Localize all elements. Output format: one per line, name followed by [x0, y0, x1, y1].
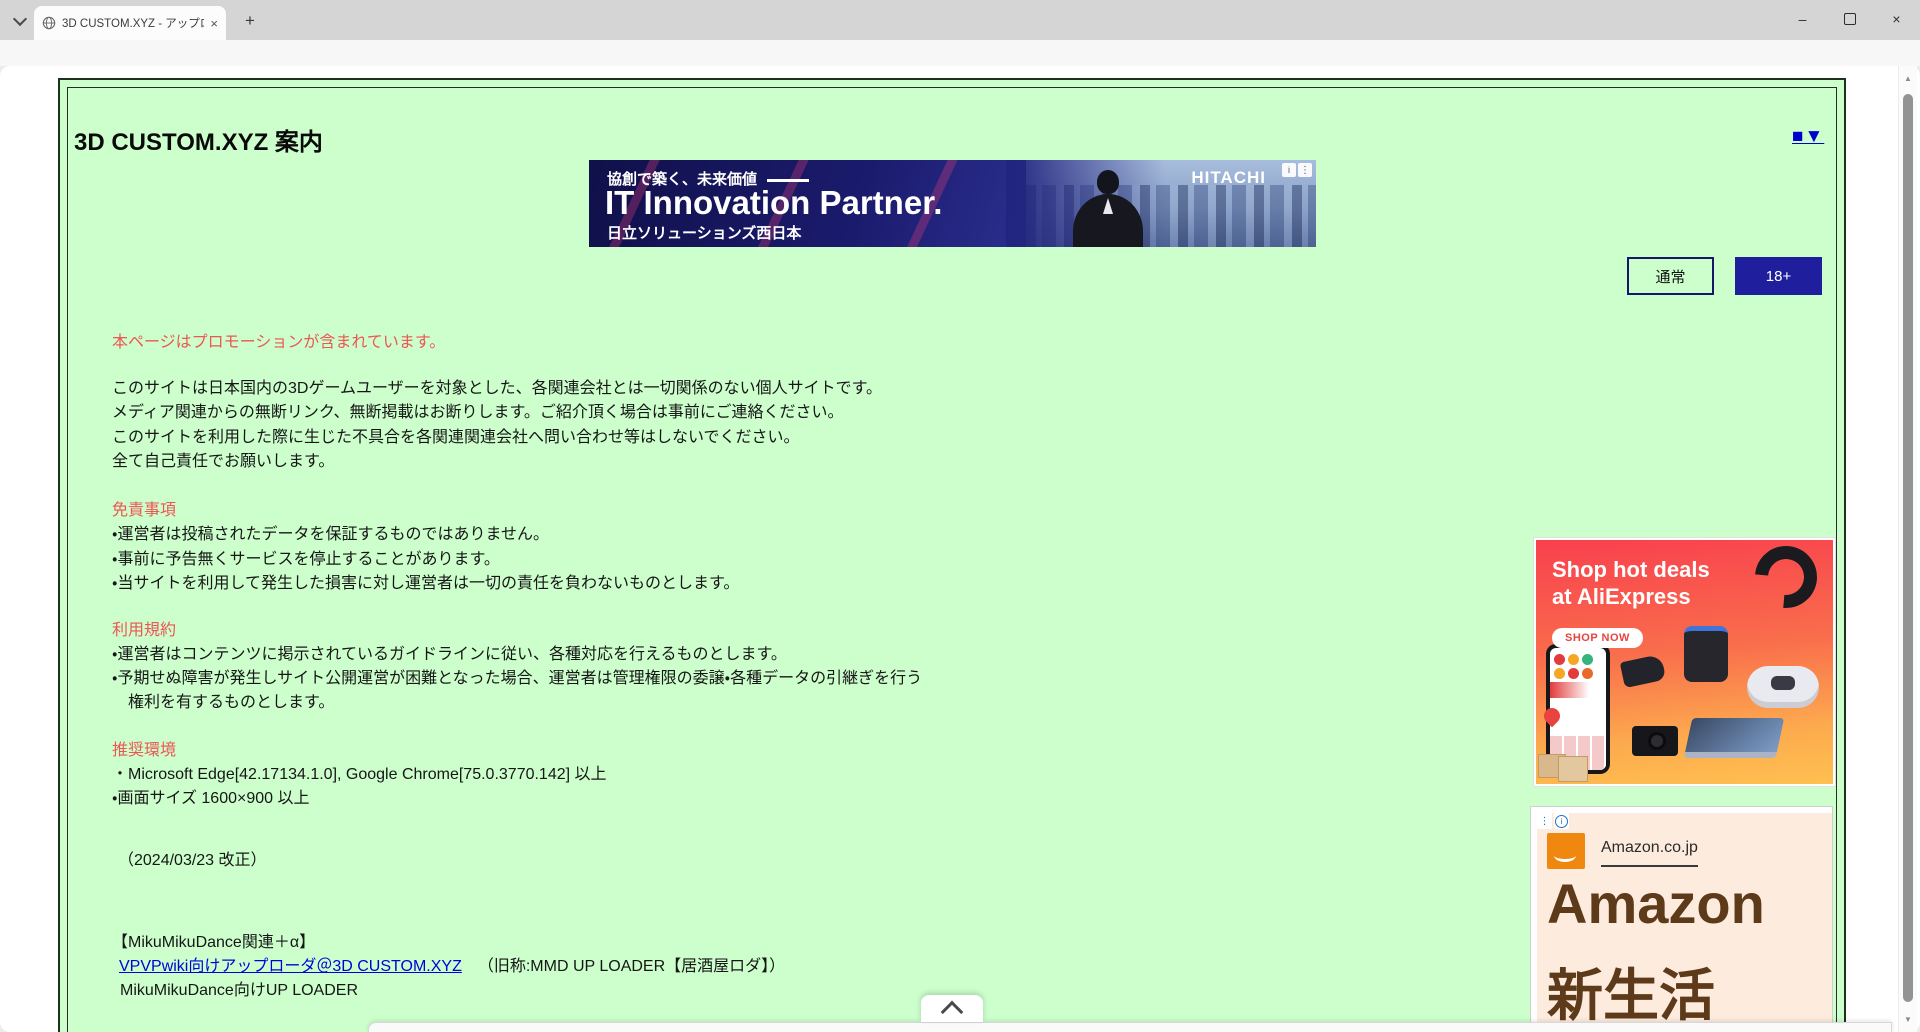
section-heading-disclaimer: 免責事項 — [112, 496, 176, 520]
mmd-link-note: （旧称:MMD UP LOADER【居酒屋ロダ】） — [478, 958, 785, 975]
adult-mode-button[interactable]: 18+ — [1735, 257, 1822, 295]
tab-title: 3D CUSTOM.XYZ - アップローダ・掲示 — [62, 15, 204, 31]
chevron-up-icon — [941, 1001, 964, 1024]
promotion-notice: 本ページはプロモーションが含まれています。 — [112, 328, 445, 352]
ad-options-icon[interactable]: ⋮ — [1298, 163, 1312, 177]
chevron-down-icon — [13, 12, 27, 26]
new-tab-button[interactable]: + — [238, 9, 262, 33]
ad-product-box — [1558, 756, 1588, 782]
aliexpress-headline: Shop hot deals at AliExpress — [1552, 556, 1710, 610]
amazon-headline: Amazon — [1547, 871, 1765, 936]
scrollbar[interactable]: ▲ ▼ — [1898, 66, 1917, 1032]
section-item: ・当サイトを利用して発生した損害に対し運営者は一切の責任を負わないものとします。 — [112, 569, 739, 593]
amazon-domain-link[interactable]: Amazon.co.jp — [1601, 839, 1698, 867]
scroll-up-icon[interactable]: ▲ — [1903, 74, 1913, 83]
ad-options-icon[interactable]: ⋮ — [1537, 813, 1552, 829]
mmd-description: MikuMikuDance向けUP LOADER — [120, 976, 358, 1000]
ad-info-icon[interactable]: i — [1554, 813, 1569, 829]
minimize-button[interactable]: – — [1779, 0, 1826, 38]
vpvp-uploader-link[interactable]: VPVPwiki向けアップローダ＠3D CUSTOM.XYZ — [119, 958, 462, 975]
active-tab[interactable]: 3D CUSTOM.XYZ - アップローダ・掲示 × — [34, 6, 226, 40]
scroll-down-icon[interactable]: ▼ — [1903, 1015, 1913, 1024]
ad-info-icon[interactable]: i — [1282, 163, 1296, 177]
page-viewport: 3D CUSTOM.XYZ 案内 ■▼ 協創で築く、未来価値 IT Innova… — [0, 66, 1920, 1032]
revision-date: （2024/03/23 改正） — [118, 846, 267, 870]
browser-window: 3D CUSTOM.XYZ - アップローダ・掲示 × + – × ← セキュリ… — [0, 0, 1920, 1032]
mmd-link-row: VPVPwiki向けアップローダ＠3D CUSTOM.XYZ （旧称:MMD UP… — [119, 952, 785, 976]
intro-line: このサイトを利用した際に生じた不具合を各関連関連会社へ問い合わせ等はしないでくだ… — [112, 423, 800, 447]
tab-close-icon[interactable]: × — [210, 17, 218, 30]
tab-search-dropdown-button[interactable] — [8, 9, 32, 33]
web-page: 3D CUSTOM.XYZ 案内 ■▼ 協創で築く、未来価値 IT Innova… — [0, 66, 1920, 1032]
shop-now-button[interactable]: SHOP NOW — [1552, 628, 1643, 648]
maximize-icon — [1844, 13, 1856, 25]
section-item: ・運営者はコンテンツに掲示されているガイドラインに従い、各種対応を行えるものとし… — [112, 640, 787, 664]
dash-decoration — [767, 179, 809, 182]
amazon-smile-icon — [1554, 849, 1576, 862]
section-item: ・Microsoft Edge[42.17134.1.0], Google Ch… — [112, 760, 607, 784]
person-head — [1097, 170, 1119, 194]
section-item: 権利を有するものとします。 — [112, 688, 334, 712]
tab-bar: 3D CUSTOM.XYZ - アップローダ・掲示 × + – × — [0, 0, 1920, 40]
aliexpress-ad-body: Shop hot deals at AliExpress SHOP NOW — [1536, 540, 1833, 784]
mmd-section-header: 【MikuMikuDance関連＋α】 — [112, 928, 315, 952]
scrollbar-thumb[interactable] — [1903, 94, 1913, 1002]
ad-product-speaker — [1684, 626, 1728, 682]
page-nav-squares-link[interactable]: ■▼ — [1792, 126, 1824, 148]
close-button[interactable]: × — [1873, 0, 1920, 38]
section-item: ・予期せぬ障害が発生しサイト公開運営が困難となった場合、運営者は管理権限の委譲・… — [112, 664, 922, 688]
ad-product-gamepad — [1747, 666, 1819, 708]
banner-company-name: 日立ソリューションズ西日本 — [607, 222, 801, 243]
globe-favicon-icon — [42, 16, 56, 30]
browser-toolbar: ← セキュリティ保護なし 3dcustom.xyz ☆ ☆ … チャット — [0, 40, 1920, 67]
intro-line: 全て自己責任でお願いします。 — [112, 447, 334, 471]
ad-product-headphones — [1742, 540, 1829, 621]
ad-product-camera — [1632, 726, 1678, 756]
amazon-ad[interactable]: ⋮ i Amazon.co.jp Amazon 新生活 — [1530, 806, 1833, 1032]
section-item: ・運営者は投稿されたデータを保証するものではありません。 — [112, 520, 549, 544]
intro-line: メディア関連からの無断リンク、無断掲載はお断りします。ご紹介頂く場合は事前にご連… — [112, 398, 844, 422]
banner-headline: IT Innovation Partner. — [605, 184, 942, 222]
aliexpress-ad[interactable]: Shop hot deals at AliExpress SHOP NOW — [1533, 537, 1836, 787]
section-heading-terms: 利用規約 — [112, 616, 176, 640]
section-item: ・画面サイズ 1600×900 以上 — [112, 784, 309, 808]
ad-product-laptop — [1684, 718, 1785, 758]
ad-product-boot — [1620, 654, 1666, 688]
amazon-ad-body: ⋮ i Amazon.co.jp Amazon 新生活 — [1537, 813, 1832, 1032]
section-heading-environment: 推奨環境 — [112, 736, 176, 760]
maximize-button[interactable] — [1826, 0, 1873, 38]
section-item: ・事前に予告無くサービスを停止することがあります。 — [112, 545, 500, 569]
bottom-anchor-ad[interactable] — [368, 1022, 1892, 1032]
anchor-ad-collapse-button[interactable] — [921, 995, 983, 1022]
amazon-logo — [1547, 833, 1585, 869]
intro-line: このサイトは日本国内の3Dゲームユーザーを対象とした、各関連会社とは一切関係のな… — [112, 374, 882, 398]
banner-person-silhouette — [1059, 170, 1159, 247]
hitachi-banner-ad[interactable]: 協創で築く、未来価値 IT Innovation Partner. 日立ソリュー… — [589, 160, 1316, 247]
page-title: 3D CUSTOM.XYZ 案内 — [74, 122, 323, 157]
hitachi-logo: HITACHI — [1191, 168, 1266, 188]
amazon-headline: 新生活 — [1547, 951, 1715, 1032]
phone-screen — [1550, 648, 1606, 770]
normal-mode-button[interactable]: 通常 — [1627, 257, 1714, 295]
phone-banner — [1550, 682, 1606, 698]
